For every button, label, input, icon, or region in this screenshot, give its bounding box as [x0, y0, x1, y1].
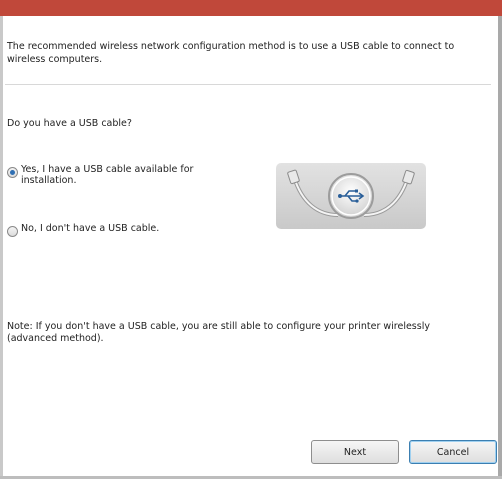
radio-label-no: No, I don't have a USB cable.	[21, 223, 160, 234]
note-text: Note: If you don't have a USB cable, you…	[7, 321, 430, 344]
usb-question: Do you have a USB cable?	[7, 118, 132, 129]
usb-cable-illustration	[276, 163, 426, 229]
radio-option-yes-usb[interactable]: Yes, I have a USB cable available for in…	[7, 164, 237, 186]
title-bar	[0, 0, 502, 16]
cancel-button[interactable]: Cancel	[409, 440, 497, 464]
window-frame-left	[0, 16, 3, 479]
separator	[5, 84, 491, 85]
radio-button-no[interactable]	[7, 226, 18, 237]
next-button[interactable]: Next	[311, 440, 399, 464]
usb-cable-icon	[287, 169, 415, 219]
intro-text: The recommended wireless network configu…	[7, 41, 455, 65]
radio-button-yes[interactable]	[7, 167, 18, 178]
window-frame-right	[498, 16, 502, 479]
radio-option-no-usb[interactable]: No, I don't have a USB cable.	[7, 223, 237, 237]
radio-label-yes: Yes, I have a USB cable available for in…	[21, 164, 194, 186]
